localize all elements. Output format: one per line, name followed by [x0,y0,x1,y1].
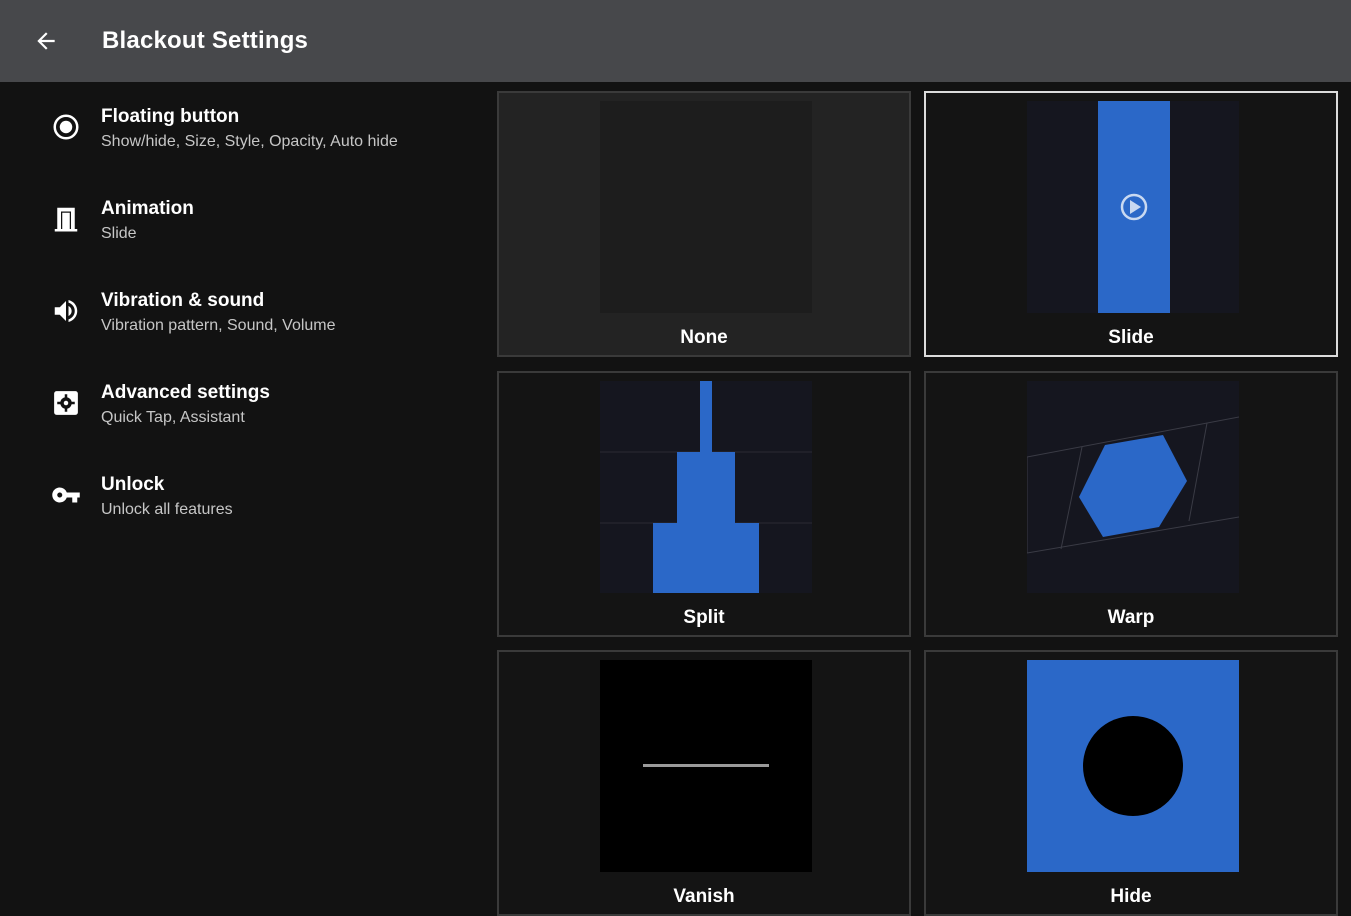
door-icon [50,203,82,235]
animation-option-none[interactable]: None [497,91,911,357]
menu-item-subtitle: Vibration pattern, Sound, Volume [101,317,336,334]
menu-item-title: Unlock [101,474,165,495]
menu-item-title: Advanced settings [101,382,270,403]
slide-preview [1027,101,1239,313]
split-preview [600,381,812,593]
menu-item-subtitle: Slide [101,225,137,242]
none-preview [600,101,812,313]
hide-preview [1027,660,1239,872]
animation-option-vanish[interactable]: Vanish [497,650,911,916]
radio-button-icon [50,111,82,143]
menu-item-title: Floating button [101,106,240,127]
app-bar: Blackout Settings [0,0,1351,82]
menu-item-vibration-sound[interactable]: Vibration & sound Vibration pattern, Sou… [0,280,490,360]
animation-option-label: Hide [1110,886,1152,907]
volume-icon [50,295,82,327]
animation-option-warp[interactable]: Warp [924,371,1338,637]
menu-item-floating-button[interactable]: Floating button Show/hide, Size, Style, … [0,96,490,176]
menu-item-advanced-settings[interactable]: Advanced settings Quick Tap, Assistant [0,372,490,452]
animation-option-split[interactable]: Split [497,371,911,637]
animation-option-label: Split [683,607,725,628]
page-title: Blackout Settings [102,27,309,54]
menu-item-animation[interactable]: Animation Slide [0,188,490,268]
menu-item-subtitle: Quick Tap, Assistant [101,409,245,426]
vanish-preview [600,660,812,872]
key-icon [50,479,82,511]
animation-option-slide[interactable]: Slide [924,91,1338,357]
arrow-left-icon [37,32,55,50]
animation-option-hide[interactable]: Hide [924,650,1338,916]
menu-item-unlock[interactable]: Unlock Unlock all features [0,464,490,544]
menu-item-title: Vibration & sound [101,290,265,311]
settings-box-icon [50,387,82,419]
animation-option-label: Warp [1107,607,1155,628]
animation-option-label: Slide [1108,327,1154,348]
animation-option-label: Vanish [673,886,735,907]
menu-item-title: Animation [101,198,194,219]
back-button[interactable] [26,21,66,61]
menu-item-subtitle: Unlock all features [101,501,233,518]
menu-item-subtitle: Show/hide, Size, Style, Opacity, Auto hi… [101,133,398,150]
warp-preview [1027,381,1239,593]
animation-option-label: None [680,327,728,348]
